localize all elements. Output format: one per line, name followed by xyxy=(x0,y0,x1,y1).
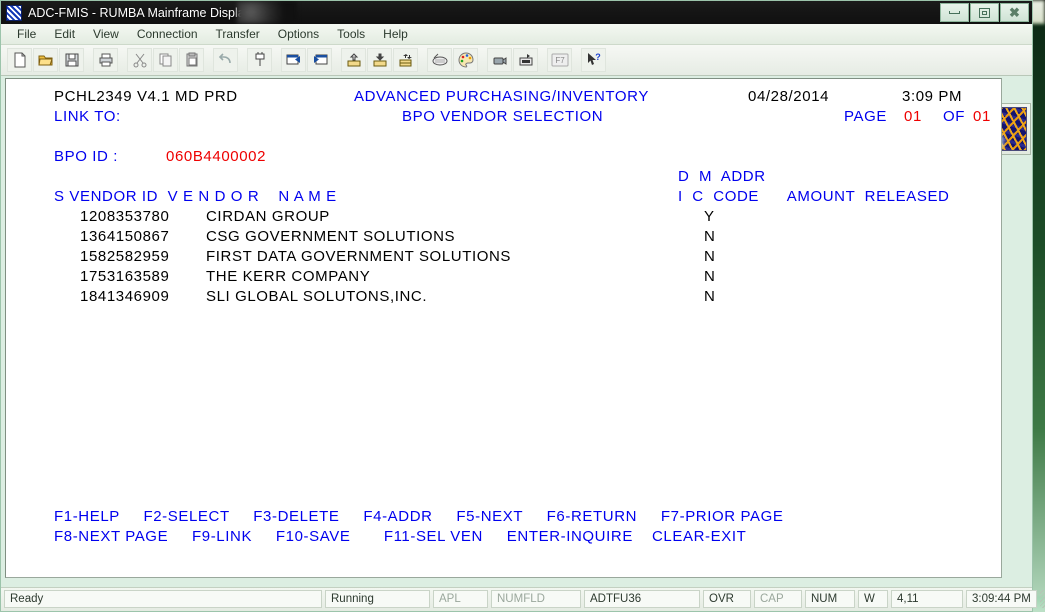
page-label: PAGE xyxy=(844,108,887,125)
column-header-left: S VENDOR ID V E N D O R N A M E xyxy=(54,188,337,205)
rumba-app-icon xyxy=(6,4,22,21)
status-cursor-position: 4,11 xyxy=(891,590,963,608)
toolbar-separator xyxy=(573,48,580,72)
status-overwrite[interactable]: OVR xyxy=(703,590,751,608)
minimize-button[interactable] xyxy=(940,3,969,22)
screen-title: BPO VENDOR SELECTION xyxy=(402,108,604,125)
mainframe-terminal-screen[interactable]: PCHL2349 V4.1 MD PRD ADVANCED PURCHASING… xyxy=(5,78,1002,578)
menu-item-edit[interactable]: Edit xyxy=(45,25,84,44)
status-caps: CAP xyxy=(754,590,802,608)
table-row: N xyxy=(704,288,716,305)
color-palette-icon[interactable] xyxy=(453,48,478,72)
app-title: ADVANCED PURCHASING/INVENTORY xyxy=(354,88,649,105)
program-id: PCHL2349 V4.1 MD PRD xyxy=(54,88,238,105)
titlebar-overlap-region xyxy=(237,1,297,24)
svg-text:F7: F7 xyxy=(555,56,565,65)
table-row: 1208353780 xyxy=(80,208,170,225)
link-to-label: LINK TO: xyxy=(54,108,121,125)
status-ready: Ready xyxy=(4,590,322,608)
window-controls: ✖ xyxy=(939,3,1029,22)
page-current: 01 xyxy=(904,108,922,125)
table-row: 1841346909 xyxy=(80,288,170,305)
function-keys-line-1[interactable]: F1-HELP F2-SELECT F3-DELETE F4-ADDR F5-N… xyxy=(54,507,783,527)
table-row: N xyxy=(704,248,716,265)
table-row: N xyxy=(704,268,716,285)
restore-button[interactable] xyxy=(970,3,999,22)
toolbar: F7 ? xyxy=(1,45,1032,76)
toolbar-separator xyxy=(419,48,426,72)
page-of: OF xyxy=(943,108,966,125)
menu-item-help[interactable]: Help xyxy=(374,25,417,44)
toolbar-separator xyxy=(273,48,280,72)
status-bar: Ready Running APL NUMFLD ADTFU36 OVR CAP… xyxy=(1,587,1045,611)
save-disk-icon[interactable] xyxy=(59,48,84,72)
undo-arrow-icon[interactable] xyxy=(213,48,238,72)
status-apl: APL xyxy=(433,590,488,608)
table-row: 1753163589 xyxy=(80,268,170,285)
status-numfld: NUMFLD xyxy=(491,590,581,608)
menu-item-tools[interactable]: Tools xyxy=(328,25,374,44)
menu-item-options[interactable]: Options xyxy=(269,25,328,44)
menu-item-transfer[interactable]: Transfer xyxy=(207,25,269,44)
terminal-area: PCHL2349 V4.1 MD PRD ADVANCED PURCHASING… xyxy=(1,76,1032,587)
playback-icon[interactable] xyxy=(513,48,538,72)
status-session-id: ADTFU36 xyxy=(584,590,700,608)
table-row: SLI GLOBAL SOLUTONS,INC. xyxy=(206,288,428,305)
svg-text:?: ? xyxy=(595,52,601,62)
table-row: N xyxy=(704,228,716,245)
send-window-icon[interactable] xyxy=(281,48,306,72)
table-row: CIRDAN GROUP xyxy=(206,208,330,225)
resize-grip[interactable] xyxy=(1039,590,1045,608)
table-row: FIRST DATA GOVERNMENT SOLUTIONS xyxy=(206,248,512,265)
toolbar-separator xyxy=(539,48,546,72)
screen-time: 3:09 PM xyxy=(902,88,963,105)
toolbar-separator xyxy=(85,48,92,72)
receive-window-icon[interactable] xyxy=(307,48,332,72)
bpo-id-label: BPO ID : xyxy=(54,148,118,165)
function-keys-line-2[interactable]: F8-NEXT PAGE F9-LINK F10-SAVE F11-SEL VE… xyxy=(54,527,746,547)
upload-tray-icon[interactable] xyxy=(341,48,366,72)
help-pointer-icon[interactable]: ? xyxy=(581,48,606,72)
toolbar-separator xyxy=(239,48,246,72)
rumba-mainframe-window: ADC-FMIS - RUMBA Mainframe Display ✖ Fil… xyxy=(0,0,1045,612)
column-header-right-line1: D M ADDR xyxy=(678,168,766,185)
status-running: Running xyxy=(325,590,430,608)
close-button[interactable]: ✖ xyxy=(1000,3,1029,22)
table-row: CSG GOVERNMENT SOLUTIONS xyxy=(206,228,456,245)
table-row: 1364150867 xyxy=(80,228,170,245)
column-header-right-line2: I C CODE AMOUNT RELEASED xyxy=(678,188,950,205)
page-total: 01 xyxy=(973,108,991,125)
bpo-id-value[interactable]: 060B4400002 xyxy=(166,147,266,167)
download-tray-icon[interactable] xyxy=(367,48,392,72)
status-numlock: NUM xyxy=(805,590,855,608)
connect-plug-icon[interactable] xyxy=(247,48,272,72)
status-w-indicator: W xyxy=(858,590,888,608)
status-clock: 3:09:44 PM xyxy=(966,590,1037,608)
window-titlebar[interactable]: ADC-FMIS - RUMBA Mainframe Display ✖ xyxy=(1,1,1032,24)
table-row: 1582582959 xyxy=(80,248,170,265)
toolbar-separator xyxy=(205,48,212,72)
record-camera-icon[interactable] xyxy=(487,48,512,72)
table-row: THE KERR COMPANY xyxy=(206,268,371,285)
table-row: Y xyxy=(704,208,715,225)
new-icon[interactable] xyxy=(7,48,32,72)
keyboard-map-icon[interactable] xyxy=(427,48,452,72)
link-to-input[interactable] xyxy=(158,107,338,123)
toolbar-separator xyxy=(479,48,486,72)
open-folder-icon[interactable] xyxy=(33,48,58,72)
menu-item-view[interactable]: View xyxy=(84,25,128,44)
window-title: ADC-FMIS - RUMBA Mainframe Display xyxy=(28,5,251,20)
copy-icon[interactable] xyxy=(153,48,178,72)
menu-item-file[interactable]: File xyxy=(8,25,45,44)
paste-clipboard-icon[interactable] xyxy=(179,48,204,72)
toolbar-separator xyxy=(333,48,340,72)
f7-key-icon[interactable]: F7 xyxy=(547,48,572,72)
screen-date: 04/28/2014 xyxy=(748,88,830,105)
file-transfer-icon[interactable] xyxy=(393,48,418,72)
cut-scissors-icon[interactable] xyxy=(127,48,152,72)
print-icon[interactable] xyxy=(93,48,118,72)
menu-bar: File Edit View Connection Transfer Optio… xyxy=(1,24,1032,45)
toolbar-separator xyxy=(119,48,126,72)
menu-item-connection[interactable]: Connection xyxy=(128,25,207,44)
